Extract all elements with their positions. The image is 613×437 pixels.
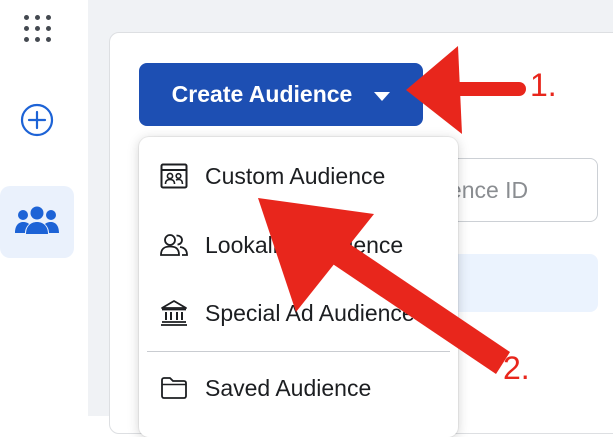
left-sidebar <box>0 0 89 416</box>
lookalike-people-icon <box>159 230 189 260</box>
annotation-step-1: 1. <box>530 67 557 103</box>
create-audience-label: Create Audience <box>171 81 353 107</box>
create-audience-button[interactable]: Create Audience <box>139 63 423 126</box>
menu-item-label: Custom Audience <box>205 162 386 189</box>
bank-building-icon <box>159 298 189 328</box>
people-icon <box>15 206 59 234</box>
apps-menu-button[interactable] <box>0 0 74 64</box>
sidebar-item-audiences[interactable] <box>0 186 74 258</box>
menu-item-label: Special Ad Audience <box>205 299 415 326</box>
create-audience-dropdown: Custom Audience Lookalike Audience Speci… <box>139 137 458 437</box>
menu-item-label: Saved Audience <box>205 374 372 401</box>
annotation-step-2: 2. <box>503 350 530 386</box>
folder-icon <box>159 373 189 403</box>
menu-item-custom-audience[interactable]: Custom Audience <box>139 146 458 206</box>
menu-item-special-ad-audience[interactable]: Special Ad Audience <box>139 283 458 343</box>
menu-divider <box>147 351 450 352</box>
custom-audience-icon <box>159 161 189 191</box>
plus-circle-icon <box>20 103 54 137</box>
menu-item-lookalike-audience[interactable]: Lookalike Audience <box>139 215 458 275</box>
menu-item-label: Lookalike Audience <box>205 231 404 258</box>
caret-down-icon <box>374 91 391 101</box>
create-nav-button[interactable] <box>0 84 74 156</box>
menu-item-saved-audience[interactable]: Saved Audience <box>139 358 458 418</box>
apps-grid-icon <box>23 14 51 42</box>
